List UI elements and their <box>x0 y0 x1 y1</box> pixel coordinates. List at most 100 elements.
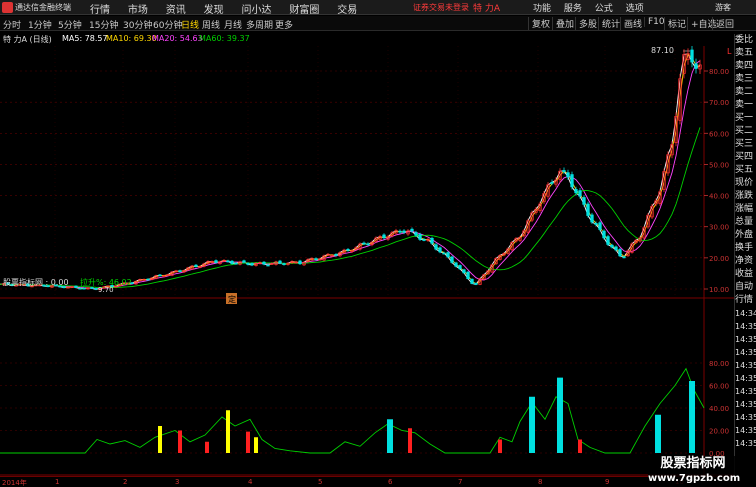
quote-panel-item[interactable]: 买五 <box>735 164 756 177</box>
quote-panel-item[interactable]: 卖二 <box>735 86 756 99</box>
statistics-button[interactable]: 统计 <box>598 17 620 30</box>
indicator-legend: 股票指标网 : 0.00 拉升%: 46.02 <box>0 277 756 288</box>
candle-body <box>442 252 446 255</box>
period-multi[interactable]: 多周期 <box>246 18 273 31</box>
quote-panel-item[interactable]: 14:35 <box>735 359 756 372</box>
quote-panel-item[interactable]: 委比 <box>735 34 756 47</box>
draw-line-button[interactable]: 画线 <box>620 17 642 30</box>
quote-panel-item[interactable]: 卖一 <box>735 99 756 112</box>
ma20-value: MA20: 54.63 <box>152 34 203 43</box>
quote-panel-item[interactable]: 总量 <box>735 216 756 229</box>
menu-item-news[interactable]: 资讯 <box>166 1 186 16</box>
quote-panel-item[interactable]: 14:35 <box>735 320 756 333</box>
indicator-axis: 80.0060.0040.0020.000.00 <box>709 360 729 458</box>
period-more[interactable]: 更多 <box>275 18 293 31</box>
period-tick[interactable]: 分时 <box>3 18 21 31</box>
quote-panel-item[interactable]: 14:35 <box>735 372 756 385</box>
quote-panel-item[interactable]: 14:35 <box>735 437 756 450</box>
candle-body <box>410 228 414 232</box>
indicator-green-line <box>0 367 705 454</box>
quote-panel-item[interactable]: 外盘 <box>735 229 756 242</box>
candle-body <box>362 242 366 245</box>
menu-item-discover[interactable]: 发现 <box>204 1 224 16</box>
menu-item-ask[interactable]: 问小达 <box>242 1 272 16</box>
price-tick-label: 30.00 <box>709 224 729 232</box>
quote-panel-item[interactable]: 涨幅 <box>735 203 756 216</box>
menu-item-service[interactable]: 服务 <box>564 1 582 14</box>
quote-panel-item[interactable]: 14:35 <box>735 346 756 359</box>
indicator-grid <box>0 362 734 476</box>
ma-legend: 特 力A (日线) MA5: 78.57 MA10: 69.30 MA20: 5… <box>0 34 756 46</box>
multi-stock-button[interactable]: 多股 <box>575 17 597 30</box>
f10-button[interactable]: F10 <box>644 17 665 27</box>
candle-body <box>582 197 586 205</box>
menu-item-wealth[interactable]: 财富圈 <box>289 1 319 16</box>
quote-panel-item[interactable]: 14:35 <box>735 398 756 411</box>
period-weekly[interactable]: 周线 <box>202 18 220 31</box>
quote-panel-item[interactable]: 行情 <box>735 294 756 307</box>
menu-bar: 通达信金融终端 行情 市场 资讯 发现 问小达 财富圈 交易 证券交易未登录 特… <box>0 0 756 16</box>
mark-button[interactable]: 标记 <box>664 17 686 30</box>
indicator-tick-label: 60.00 <box>709 383 729 391</box>
quote-panel-item[interactable]: 买一 <box>735 112 756 125</box>
current-stock: 特 力A <box>473 4 501 14</box>
quote-panel-item[interactable]: 净资 <box>735 255 756 268</box>
candle-body <box>594 223 598 225</box>
time-axis: 2014年 1 2 3 4 5 6 7 8 9 10 <box>0 476 734 487</box>
menu-item-trade[interactable]: 交易 <box>337 1 357 16</box>
period-15min[interactable]: 15分钟 <box>89 18 118 31</box>
back-button[interactable]: 返回 <box>712 17 734 30</box>
period-1min[interactable]: 1分钟 <box>28 18 52 31</box>
period-60min[interactable]: 60分钟 <box>153 18 182 31</box>
quote-panel-item[interactable]: 买二 <box>735 125 756 138</box>
login-status[interactable]: 证券交易未登录 <box>413 2 469 13</box>
quote-panel-item[interactable]: 卖三 <box>735 73 756 86</box>
app-title: 通达信金融终端 <box>15 3 71 12</box>
overlay-button[interactable]: 叠加 <box>552 17 574 30</box>
restore-rights-button[interactable]: 复权 <box>528 17 550 30</box>
period-monthly[interactable]: 月线 <box>224 18 242 31</box>
quote-panel-item[interactable]: 换手 <box>735 242 756 255</box>
price-tick-label: 50.00 <box>709 161 729 169</box>
ma10-value: MA10: 69.30 <box>106 34 157 43</box>
period-30min[interactable]: 30分钟 <box>123 18 152 31</box>
quote-panel-item[interactable]: 14:34 <box>735 307 756 320</box>
guest-label[interactable]: 游客 <box>715 2 731 13</box>
period-5min[interactable]: 5分钟 <box>58 18 82 31</box>
candle-body <box>226 260 230 263</box>
quote-panel-item[interactable]: 14:35 <box>735 385 756 398</box>
quote-panel-item[interactable]: 买三 <box>735 138 756 151</box>
price-tick-label: 40.00 <box>709 193 729 201</box>
quote-panel-item[interactable]: 14:35 <box>735 411 756 424</box>
quote-panel-item[interactable]: 买四 <box>735 151 756 164</box>
quote-panel-item[interactable]: 14:35 <box>735 424 756 437</box>
candle-body <box>574 189 578 194</box>
time-label-8: 8 <box>538 478 543 486</box>
period-daily[interactable]: 日线 <box>181 18 199 31</box>
quote-panel-item[interactable]: 卖四 <box>735 60 756 73</box>
candle-body <box>622 256 626 259</box>
quote-panel-item[interactable]: 现价 <box>735 177 756 190</box>
menu-item-formula[interactable]: 公式 <box>595 1 613 14</box>
quote-panel-item[interactable]: 14:35 <box>735 333 756 346</box>
quote-panel-item[interactable]: 自动 <box>735 281 756 294</box>
quote-panel-item[interactable]: 涨跌 <box>735 190 756 203</box>
menu-item-exchange[interactable]: 市场 <box>128 1 148 16</box>
quote-panel-item[interactable]: 卖五 <box>735 47 756 60</box>
candle-body <box>82 287 86 290</box>
watermark-title: 股票指标网 <box>660 456 726 471</box>
kline-chart[interactable]: 80.0070.0060.0050.0040.0030.0020.0010.00… <box>0 46 734 476</box>
candle-body <box>242 260 246 263</box>
menu-item-function[interactable]: 功能 <box>533 1 551 14</box>
menu-item-options[interactable]: 选项 <box>626 1 644 14</box>
menu-item-market[interactable]: 行情 <box>90 1 110 16</box>
candle-body <box>446 252 450 258</box>
candle-body <box>398 230 402 233</box>
ma-line <box>0 60 701 290</box>
candle-body <box>278 260 282 264</box>
price-axis: 80.0070.0060.0050.0040.0030.0020.0010.00 <box>704 68 729 294</box>
quote-panel-item[interactable]: 收益 <box>735 268 756 281</box>
corner-label: L <box>727 47 732 56</box>
ma-line <box>0 53 701 290</box>
candle-body <box>454 262 458 267</box>
